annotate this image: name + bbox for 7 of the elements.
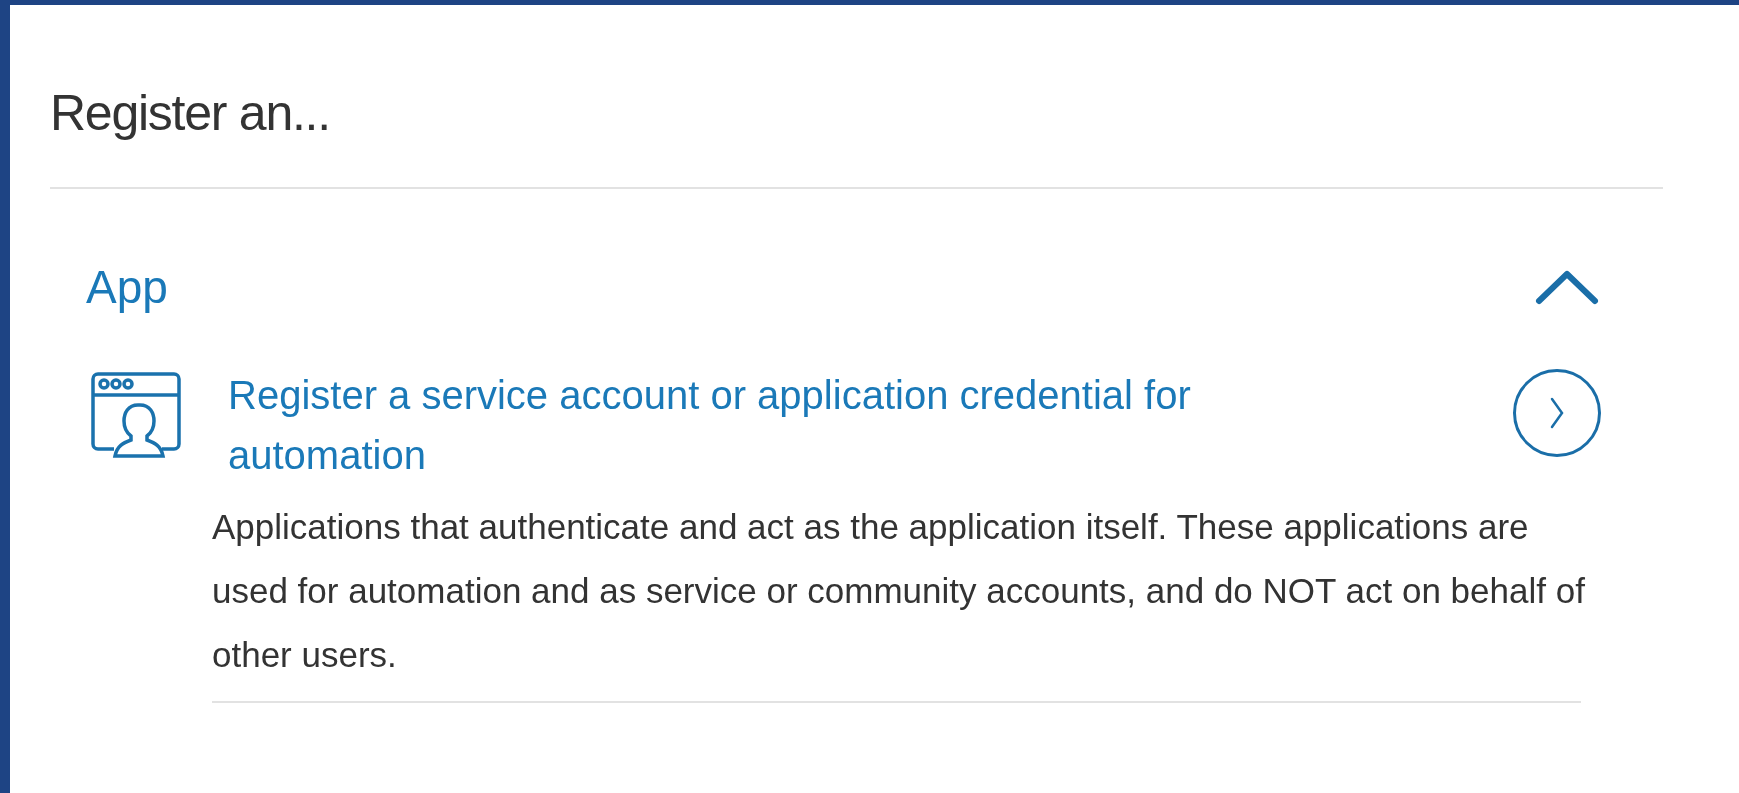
accordion-header[interactable]: App	[50, 255, 1663, 319]
option-link[interactable]: Register a service account or application credential for automation	[228, 365, 1348, 485]
chevron-up-icon	[1535, 269, 1599, 305]
chevron-right-icon	[1549, 396, 1565, 430]
next-button[interactable]	[1513, 369, 1601, 457]
page-heading: Register an...	[50, 84, 330, 143]
option-description: Applications that authenticate and act as the application itself. These applications are used for automation and as service or community accounts, and do NOT act on behalf of other users.	[212, 506, 1586, 676]
